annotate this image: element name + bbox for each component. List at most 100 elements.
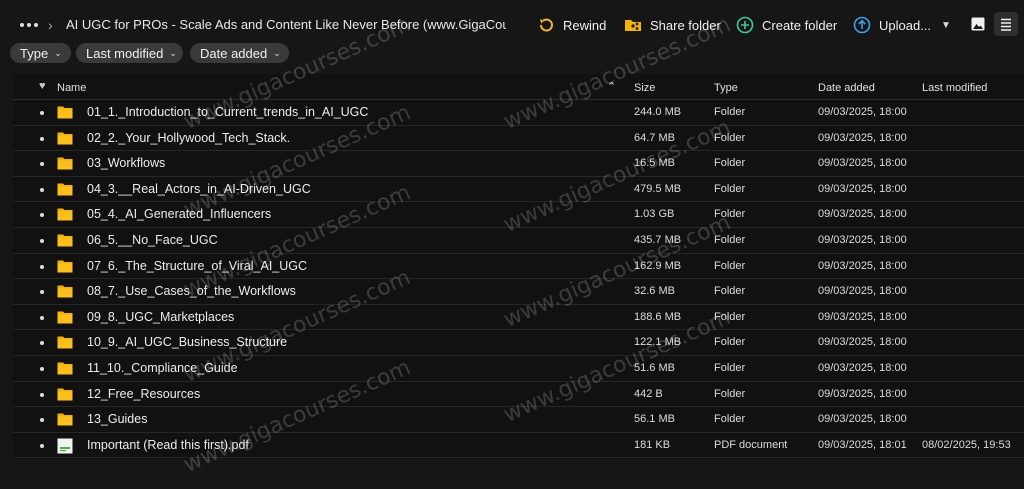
row-date-added: 09/03/2025, 18:00	[818, 285, 907, 298]
share-folder-icon	[624, 16, 642, 34]
table-row[interactable]: 02_2._Your_Hollywood_Tech_Stack. 64.7 MB F…	[13, 126, 1024, 152]
table-row[interactable]: 09_8._UGC_Marketplaces 188.6 MB Folder 09/0…	[13, 305, 1024, 331]
row-name[interactable]: 03_Workflows	[87, 156, 165, 170]
row-size: 479.5 MB	[634, 182, 682, 195]
share-folder-button[interactable]: Share folder	[624, 14, 721, 36]
row-size: 32.6 MB	[634, 285, 675, 298]
row-type: Folder	[714, 362, 746, 374]
row-date-added: 09/03/2025, 18:00	[818, 413, 907, 426]
table-row[interactable]: 08_7._Use_Cases_of_the_Workflows 32.6 MB F…	[13, 279, 1024, 305]
row-name[interactable]: 02_2._Your_Hollywood_Tech_Stack.	[87, 131, 290, 145]
filter-type-label: Type	[20, 45, 49, 61]
create-folder-label: Create folder	[762, 17, 838, 33]
row-type: Folder	[714, 106, 746, 118]
row-date-added: 09/03/2025, 18:00	[818, 234, 907, 246]
row-menu-dot[interactable]	[40, 162, 44, 167]
folder-icon	[57, 412, 73, 426]
row-menu-dot[interactable]	[40, 367, 44, 371]
heart-icon[interactable]: ♥	[39, 80, 46, 92]
table-row[interactable]: 10_9._AI_UGC_Business_Structure 122.1 MB F…	[13, 330, 1024, 356]
list-view-icon[interactable]	[994, 12, 1018, 36]
row-size: 244.0 MB	[634, 106, 682, 118]
table-row[interactable]: 01_1._Introduction_to_Current_trends_in_…	[13, 100, 1024, 126]
create-folder-button[interactable]: Create folder	[736, 14, 837, 36]
row-menu-dot[interactable]	[40, 187, 44, 192]
row-date-added: 09/03/2025, 18:00	[818, 310, 907, 323]
table-row[interactable]: 12_Free_Resources 442 B Folder 09/03/2025, …	[13, 382, 1024, 408]
row-date-added: 09/03/2025, 18:00	[818, 131, 907, 144]
row-menu-dot[interactable]	[40, 264, 44, 269]
row-menu-dot[interactable]	[40, 239, 44, 243]
table-row[interactable]: 05_4._AI_Generated_Influencers 1.03 GB Fol…	[13, 202, 1024, 228]
row-size: 435.7 MB	[634, 234, 682, 246]
folder-icon	[57, 310, 73, 324]
row-type: Folder	[714, 157, 746, 170]
chevron-down-icon[interactable]: ▼	[941, 20, 951, 31]
folder-icon	[57, 131, 73, 145]
row-menu-dot[interactable]	[40, 213, 44, 218]
table-header: ♥ Name ⌃ Size Type Date added Last modif…	[13, 74, 1024, 100]
upload-icon	[853, 16, 871, 34]
row-menu-dot[interactable]	[40, 392, 44, 397]
row-name[interactable]: 10_9._AI_UGC_Business_Structure	[87, 335, 287, 349]
row-type: Folder	[714, 131, 746, 144]
row-name[interactable]: Important (Read this first).pdf	[87, 438, 249, 452]
create-folder-icon	[736, 16, 754, 34]
row-name[interactable]: 06_5.__No_Face_UGC	[87, 233, 218, 247]
image-view-icon[interactable]	[971, 17, 985, 31]
table-row[interactable]: 11_10._Compliance_Guide 51.6 MB Folder 09/0…	[13, 356, 1024, 382]
column-date-added[interactable]: Date added	[818, 82, 875, 94]
table-row[interactable]: 13_Guides 56.1 MB Folder 09/03/2025, 18:00	[13, 407, 1024, 433]
column-size[interactable]: Size	[634, 82, 655, 94]
row-date-added: 09/03/2025, 18:00	[818, 208, 907, 221]
row-name[interactable]: 08_7._Use_Cases_of_the_Workflows	[87, 284, 296, 298]
sort-ascending-icon[interactable]: ⌃	[607, 80, 616, 93]
table-row[interactable]: 07_6._The_Structure_of_Viral_AI_UGC 162.9…	[13, 254, 1024, 280]
column-last-modified[interactable]: Last modified	[922, 82, 987, 94]
row-menu-dot[interactable]	[40, 418, 44, 423]
table-row[interactable]: 03_Workflows 16.5 MB Folder 09/03/2025, 18:…	[13, 151, 1024, 177]
row-type: Folder	[714, 182, 746, 195]
row-menu-dot[interactable]	[40, 290, 44, 295]
row-name[interactable]: 09_8._UGC_Marketplaces	[87, 310, 234, 324]
column-name[interactable]: Name	[57, 82, 86, 94]
more-icon[interactable]	[20, 18, 38, 32]
file-table: ♥ Name ⌃ Size Type Date added Last modif…	[13, 74, 1024, 459]
row-name[interactable]: 04_3.__Real_Actors_in_AI-Driven_UGC	[87, 182, 311, 196]
folder-icon	[57, 335, 73, 349]
row-name[interactable]: 12_Free_Resources	[87, 387, 200, 401]
row-date-added: 09/03/2025, 18:00	[818, 182, 907, 195]
row-size: 162.9 MB	[634, 259, 682, 272]
row-size: 442 B	[634, 387, 663, 400]
table-row[interactable]: 04_3.__Real_Actors_in_AI-Driven_UGC 479.5…	[13, 177, 1024, 203]
page-title: AI UGC for PROs - Scale Ads and Content …	[66, 17, 506, 32]
filter-type[interactable]: Type ⌄	[10, 43, 71, 63]
filter-last-modified[interactable]: Last modified ⌄	[76, 43, 183, 63]
row-menu-dot[interactable]	[40, 136, 44, 141]
row-menu-dot[interactable]	[40, 111, 44, 115]
row-name[interactable]: 13_Guides	[87, 412, 147, 426]
folder-icon	[57, 387, 73, 401]
row-menu-dot[interactable]	[40, 341, 44, 346]
row-date-added: 09/03/2025, 18:01	[818, 438, 907, 451]
row-menu-dot[interactable]	[40, 315, 44, 320]
row-date-added: 09/03/2025, 18:00	[818, 106, 907, 118]
column-type[interactable]: Type	[714, 82, 738, 94]
filter-date-added-label: Date added	[200, 45, 268, 61]
row-name[interactable]: 07_6._The_Structure_of_Viral_AI_UGC	[87, 259, 307, 273]
row-type: PDF document	[714, 438, 788, 451]
row-name[interactable]: 05_4._AI_Generated_Influencers	[87, 207, 271, 221]
table-row[interactable]: 06_5.__No_Face_UGC 435.7 MB Folder 09/03/20…	[13, 228, 1024, 254]
row-menu-dot[interactable]	[40, 443, 44, 448]
row-date-added: 09/03/2025, 18:00	[818, 259, 907, 272]
row-name[interactable]: 11_10._Compliance_Guide	[87, 361, 238, 375]
row-name[interactable]: 01_1._Introduction_to_Current_trends_in_…	[87, 105, 368, 119]
rewind-button[interactable]: Rewind	[537, 14, 606, 36]
filter-date-added[interactable]: Date added ⌄	[190, 43, 289, 63]
chevron-right-icon: ›	[48, 17, 53, 33]
upload-button[interactable]: Upload... ▼	[853, 14, 951, 36]
filter-last-modified-label: Last modified	[86, 45, 164, 61]
row-type: Folder	[714, 259, 746, 272]
table-row[interactable]: Important (Read this first).pdf 181 KB PDF…	[13, 433, 1024, 459]
row-type: Folder	[714, 208, 746, 221]
